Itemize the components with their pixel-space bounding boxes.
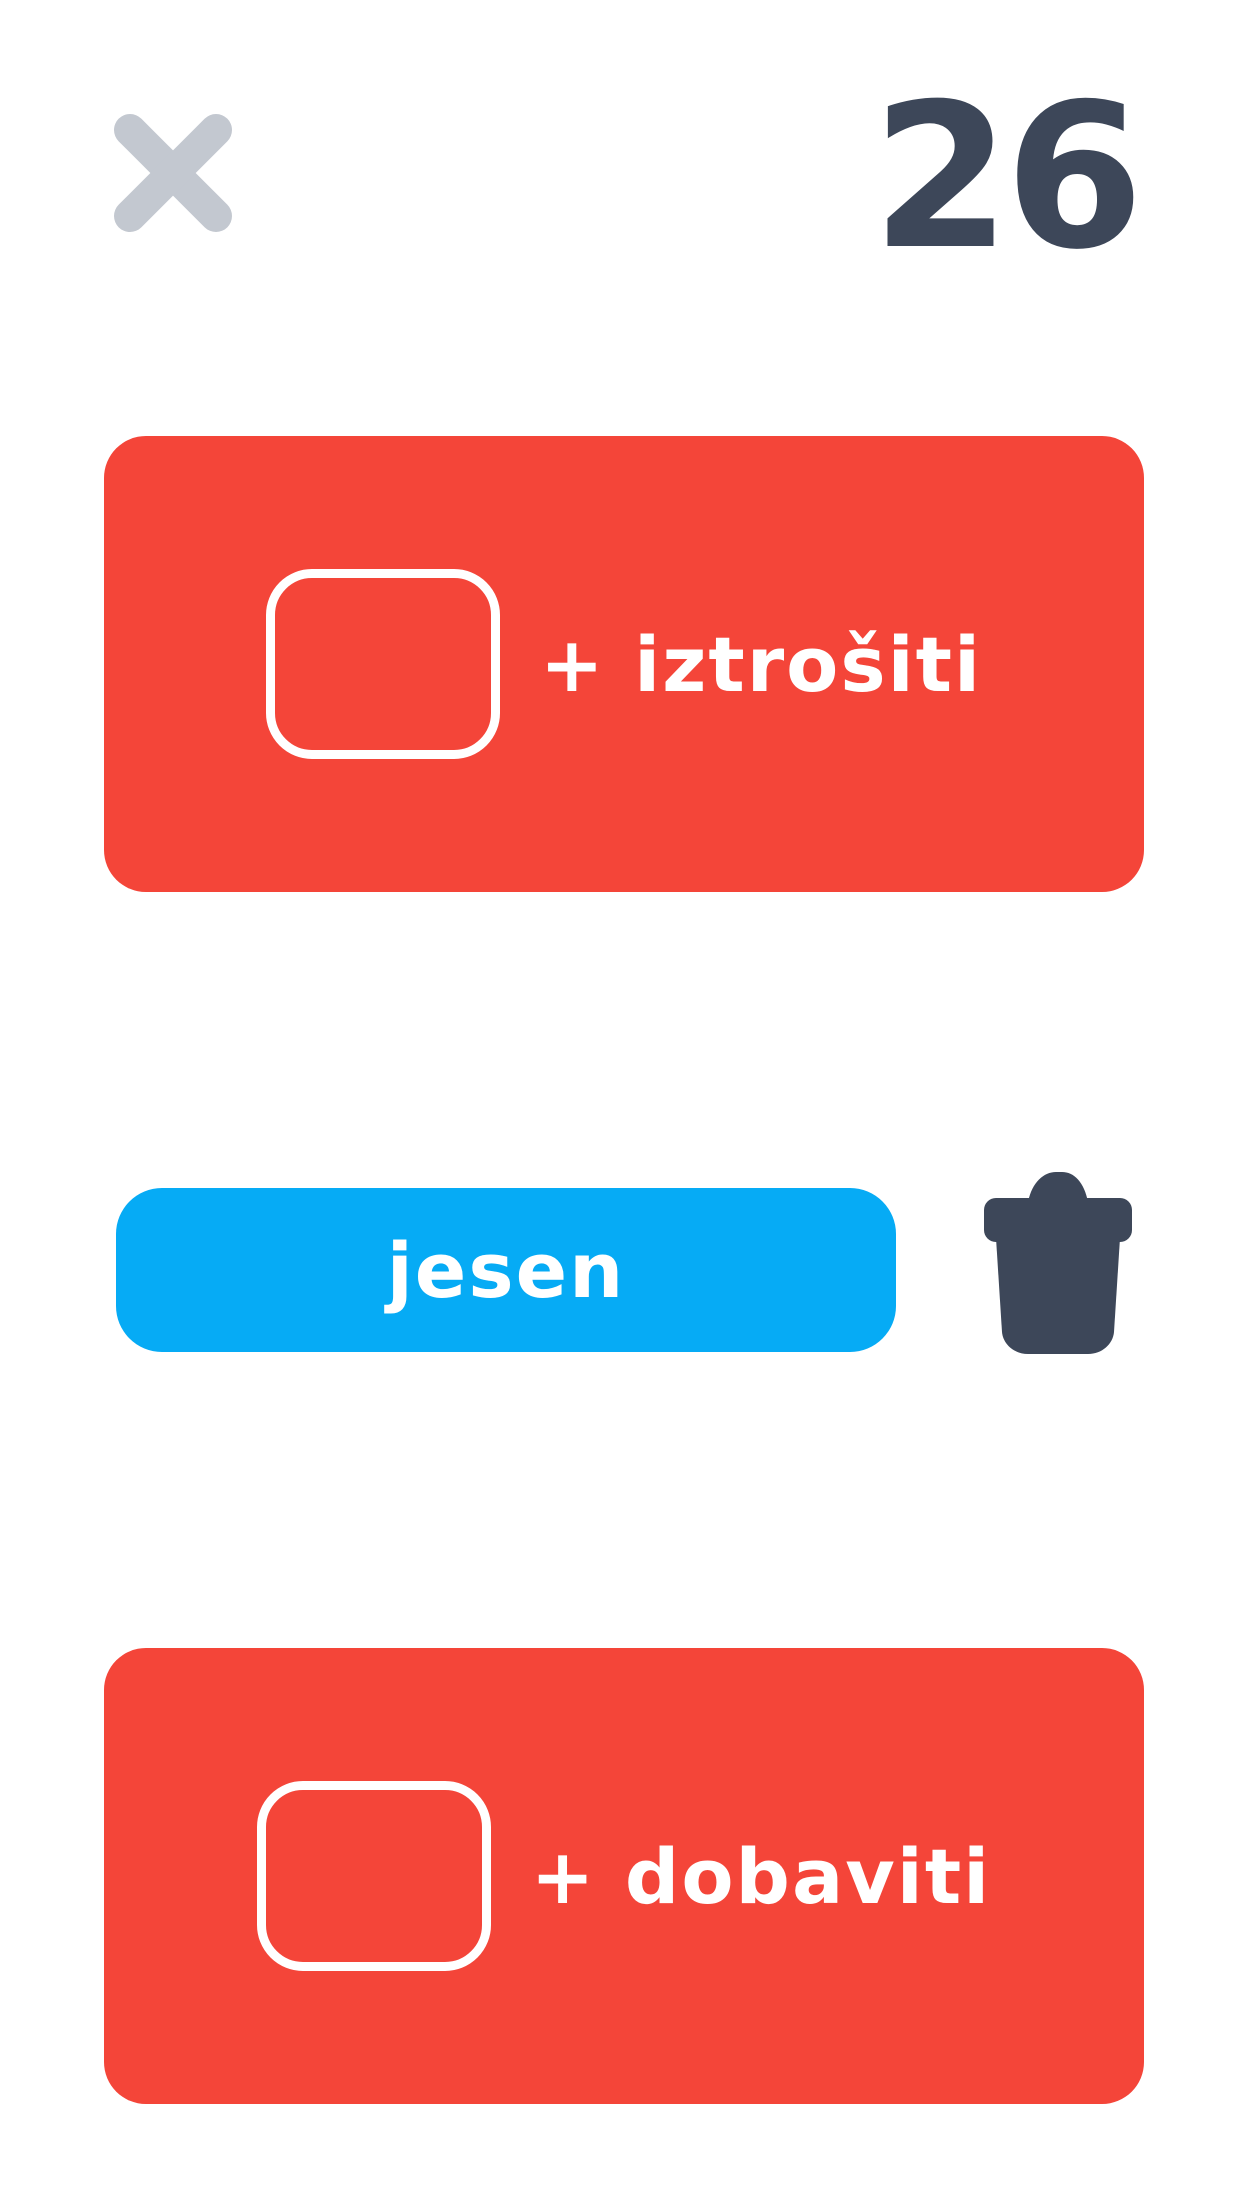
trash-icon [984,1172,1132,1354]
close-button[interactable] [108,108,238,238]
answer-card-dobaviti[interactable]: + dobaviti [104,1648,1144,2104]
card-label: + dobaviti [530,1831,992,1921]
word-chip-label: jesen [386,1225,626,1315]
word-chip[interactable]: jesen [116,1188,896,1352]
remaining-counter: 26 [871,61,1144,294]
answer-card-iztrositi[interactable]: + iztrošiti [104,436,1144,892]
trash-button[interactable] [982,1168,1134,1354]
blank-drop-slot[interactable] [256,1781,491,1971]
blank-drop-slot[interactable] [265,569,500,759]
card-label: + iztrošiti [539,619,983,709]
close-icon [114,114,232,232]
